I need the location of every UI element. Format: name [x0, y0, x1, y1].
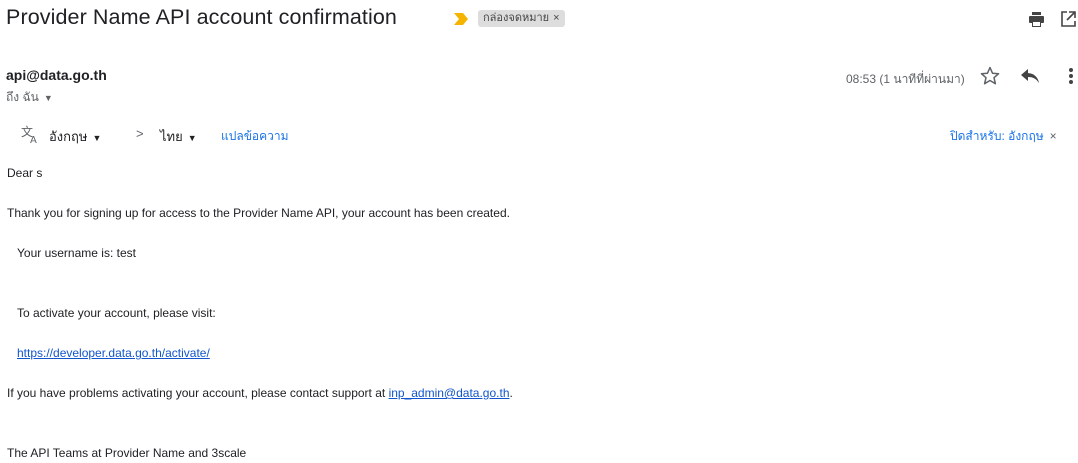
- svg-text:A: A: [30, 135, 37, 144]
- username-line: Your username is: test: [17, 246, 136, 260]
- chevron-down-icon: ▼: [92, 133, 102, 143]
- support-paragraph: If you have problems activating your acc…: [7, 386, 513, 400]
- greeting: Dear s: [7, 166, 43, 180]
- chevron-down-icon: ▼: [187, 133, 197, 143]
- signature: The API Teams at Provider Name and 3scal…: [7, 446, 247, 460]
- new-window-icon[interactable]: [1061, 11, 1076, 27]
- recipient-text: ถึง ฉัน: [6, 90, 39, 104]
- target-language-label: ไทย: [160, 129, 183, 144]
- message-timestamp: 08:53 (1 นาทีที่ผ่านมา): [846, 72, 965, 86]
- inbox-label-chip[interactable]: กล่องจดหมาย ×: [478, 10, 565, 27]
- star-icon[interactable]: [980, 66, 1000, 86]
- turn-off-translation-label[interactable]: ปิดสำหรับ: อังกฤษ: [950, 129, 1044, 143]
- activate-prompt: To activate your account, please visit:: [17, 306, 216, 320]
- reply-icon[interactable]: [1021, 69, 1039, 83]
- email-subject: Provider Name API account confirmation: [6, 5, 397, 29]
- chevron-down-icon[interactable]: ▼: [44, 93, 53, 103]
- close-translate-bar-button[interactable]: ×: [1050, 129, 1057, 143]
- sender-email: api@data.go.th: [6, 67, 107, 83]
- intro-paragraph: Thank you for signing up for access to t…: [7, 206, 510, 220]
- print-icon[interactable]: [1029, 12, 1044, 27]
- source-language-selector[interactable]: อังกฤษ ▼: [49, 126, 101, 147]
- translate-icon: 文 A: [21, 124, 37, 144]
- support-suffix: .: [509, 386, 513, 400]
- translate-arrow: >: [136, 126, 144, 141]
- more-options-icon[interactable]: [1068, 67, 1074, 85]
- recipient-details[interactable]: ถึง ฉัน ▼: [6, 88, 53, 107]
- target-language-selector[interactable]: ไทย ▼: [160, 126, 197, 147]
- support-prefix: If you have problems activating your acc…: [7, 386, 389, 400]
- source-language-label: อังกฤษ: [49, 129, 88, 144]
- translate-message-link[interactable]: แปลข้อความ: [221, 127, 289, 146]
- remove-label-button[interactable]: ×: [553, 12, 559, 24]
- activate-link[interactable]: https://developer.data.go.th/activate/: [17, 346, 210, 360]
- inbox-label-text: กล่องจดหมาย: [483, 12, 550, 24]
- turn-off-translation[interactable]: ปิดสำหรับ: อังกฤษ ×: [950, 127, 1057, 146]
- support-email-link[interactable]: inp_admin@data.go.th: [389, 386, 510, 400]
- important-marker-icon[interactable]: [454, 13, 468, 25]
